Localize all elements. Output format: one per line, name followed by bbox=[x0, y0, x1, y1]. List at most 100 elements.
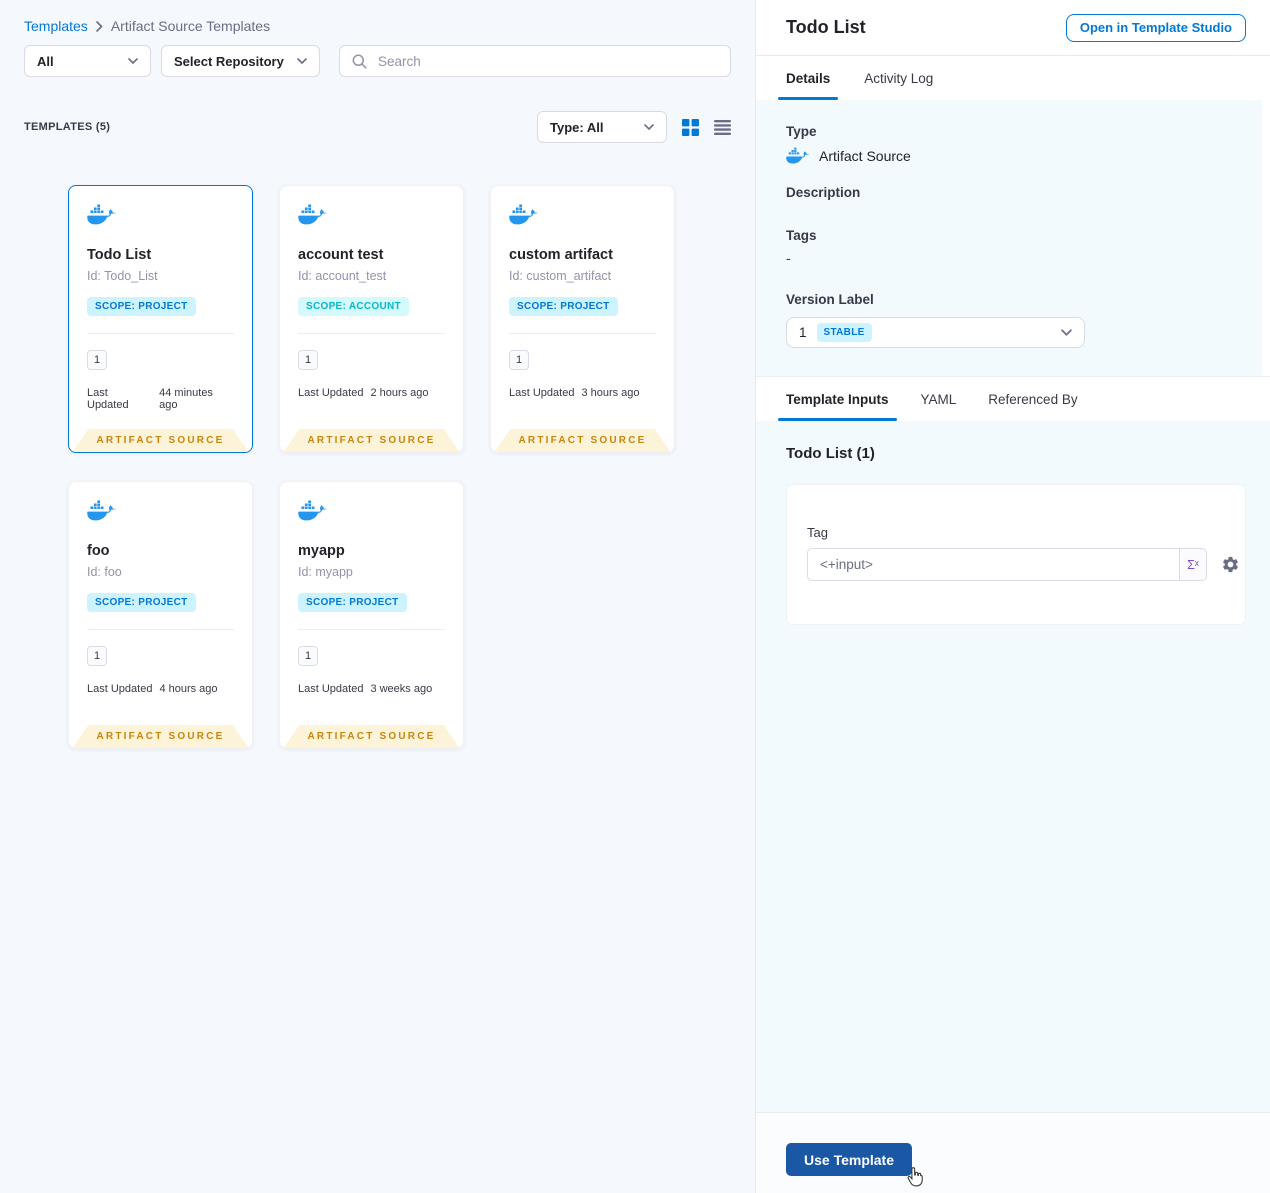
tab-template-inputs[interactable]: Template Inputs bbox=[778, 377, 896, 421]
docker-icon bbox=[298, 204, 328, 230]
artifact-source-ribbon: ARTIFACT SOURCE bbox=[283, 429, 460, 452]
template-inputs-card: Tag Σˣ bbox=[786, 484, 1246, 625]
inputs-heading: Todo List (1) bbox=[786, 445, 875, 462]
filter-row: All Select Repository bbox=[24, 45, 731, 77]
search-input[interactable] bbox=[376, 52, 718, 70]
settings-gear-icon[interactable] bbox=[1221, 555, 1240, 574]
artifact-source-ribbon: ARTIFACT SOURCE bbox=[72, 725, 249, 748]
docker-icon bbox=[786, 147, 810, 165]
details-header: Todo List Open in Template Studio bbox=[756, 0, 1270, 56]
scope-badge: SCOPE: PROJECT bbox=[509, 297, 618, 316]
tag-label: Tag bbox=[807, 525, 828, 540]
tags-label: Tags bbox=[786, 228, 817, 243]
mouse-cursor-icon bbox=[904, 1165, 926, 1189]
version-count-badge: 1 bbox=[298, 646, 318, 666]
templates-list-header: TEMPLATES (5) Type: All bbox=[24, 111, 731, 143]
tab-activity-log[interactable]: Activity Log bbox=[864, 56, 933, 100]
tag-input[interactable] bbox=[808, 549, 1179, 580]
use-template-button[interactable]: Use Template bbox=[786, 1143, 912, 1176]
last-updated-label: Last Updated bbox=[87, 387, 129, 411]
card-divider bbox=[509, 333, 656, 334]
last-updated: Last Updated 3 weeks ago bbox=[298, 683, 445, 695]
template-card[interactable]: account test Id: account_test SCOPE: ACC… bbox=[279, 185, 464, 453]
type-value: Artifact Source bbox=[819, 148, 911, 164]
stable-badge: STABLE bbox=[816, 323, 872, 342]
template-card[interactable]: foo Id: foo SCOPE: PROJECT 1 Last Update… bbox=[68, 481, 253, 749]
version-select[interactable]: 1 STABLE bbox=[786, 317, 1085, 348]
docker-icon bbox=[298, 500, 328, 526]
last-updated: Last Updated 4 hours ago bbox=[87, 683, 234, 695]
card-divider bbox=[298, 333, 445, 334]
tab-details[interactable]: Details bbox=[777, 56, 839, 100]
template-card-id: Id: foo bbox=[87, 565, 122, 579]
panel-title: Todo List bbox=[786, 17, 866, 37]
template-card[interactable]: Todo List Id: Todo_List SCOPE: PROJECT 1… bbox=[68, 185, 253, 453]
template-card-title: account test bbox=[298, 247, 384, 263]
last-updated: Last Updated 2 hours ago bbox=[298, 387, 445, 399]
scope-badge: SCOPE: PROJECT bbox=[298, 593, 407, 612]
artifact-source-ribbon: ARTIFACT SOURCE bbox=[283, 725, 460, 748]
scope-filter-select[interactable]: All bbox=[24, 45, 151, 77]
last-updated-label: Last Updated bbox=[298, 683, 364, 695]
last-updated-value: 3 hours ago bbox=[581, 387, 640, 399]
template-inputs-tabs: Template Inputs YAML Referenced By bbox=[756, 376, 1270, 421]
search-icon bbox=[352, 54, 367, 69]
template-card[interactable]: myapp Id: myapp SCOPE: PROJECT 1 Last Up… bbox=[279, 481, 464, 749]
open-in-template-studio-button[interactable]: Open in Template Studio bbox=[1065, 13, 1246, 42]
template-card-title: myapp bbox=[298, 543, 345, 559]
last-updated-label: Last Updated bbox=[509, 387, 575, 399]
template-inputs-section: Todo List (1) Tag Σˣ bbox=[756, 421, 1270, 1112]
last-updated-value: 44 minutes ago bbox=[159, 387, 213, 411]
chevron-down-icon bbox=[128, 58, 138, 64]
details-footer: Use Template bbox=[756, 1112, 1270, 1193]
version-count-badge: 1 bbox=[298, 350, 318, 370]
breadcrumb: Templates Artifact Source Templates bbox=[24, 18, 731, 34]
templates-grid: Todo List Id: Todo_List SCOPE: PROJECT 1… bbox=[68, 185, 731, 749]
scope-filter-value: All bbox=[37, 53, 54, 69]
last-updated-value: 4 hours ago bbox=[159, 683, 218, 695]
details-tabs: Details Activity Log bbox=[756, 56, 1270, 100]
breadcrumb-chevron-icon bbox=[96, 20, 103, 32]
version-count-badge: 1 bbox=[509, 350, 529, 370]
repository-filter-value: Select Repository bbox=[174, 53, 284, 69]
template-card-title: Todo List bbox=[87, 247, 152, 263]
templates-list-panel: Templates Artifact Source Templates All … bbox=[0, 0, 755, 1193]
tab-yaml[interactable]: YAML bbox=[921, 377, 957, 421]
last-updated: Last Updated 3 hours ago bbox=[509, 387, 656, 399]
template-card[interactable]: custom artifact Id: custom_artifact SCOP… bbox=[490, 185, 675, 453]
version-value: 1 bbox=[799, 325, 807, 340]
chevron-down-icon bbox=[644, 124, 654, 130]
list-view-icon[interactable] bbox=[714, 119, 731, 135]
grid-view-icon[interactable] bbox=[682, 118, 699, 136]
last-updated-value: 3 weeks ago bbox=[370, 683, 433, 695]
last-updated-label: Last Updated bbox=[87, 683, 153, 695]
version-count-badge: 1 bbox=[87, 646, 107, 666]
template-card-id: Id: custom_artifact bbox=[509, 269, 612, 283]
type-filter-select[interactable]: Type: All bbox=[537, 111, 667, 143]
expression-toggle-button[interactable]: Σˣ bbox=[1179, 549, 1206, 580]
tab-referenced-by[interactable]: Referenced By bbox=[988, 377, 1077, 421]
details-section: Type Artifact Source Description Tags - … bbox=[756, 100, 1262, 376]
template-card-title: foo bbox=[87, 543, 110, 559]
version-count-badge: 1 bbox=[87, 350, 107, 370]
docker-icon bbox=[509, 204, 539, 230]
chevron-down-icon bbox=[297, 58, 307, 64]
template-details-panel: Todo List Open in Template Studio Detail… bbox=[755, 0, 1270, 1193]
type-value-row: Artifact Source bbox=[786, 147, 1232, 165]
scope-badge: SCOPE: PROJECT bbox=[87, 593, 196, 612]
repository-filter-select[interactable]: Select Repository bbox=[161, 45, 320, 77]
search-input-wrapper bbox=[339, 45, 731, 77]
artifact-source-ribbon: ARTIFACT SOURCE bbox=[494, 429, 671, 452]
version-label: Version Label bbox=[786, 292, 874, 307]
template-card-title: custom artifact bbox=[509, 247, 613, 263]
chevron-down-icon bbox=[1061, 329, 1072, 336]
last-updated-value: 2 hours ago bbox=[370, 387, 429, 399]
breadcrumb-templates-link[interactable]: Templates bbox=[24, 18, 88, 34]
breadcrumb-current: Artifact Source Templates bbox=[110, 18, 271, 34]
card-divider bbox=[87, 333, 234, 334]
scope-badge: SCOPE: PROJECT bbox=[87, 297, 196, 316]
type-label: Type bbox=[786, 124, 817, 139]
description-label: Description bbox=[786, 185, 861, 200]
templates-count-label: TEMPLATES (5) bbox=[24, 121, 111, 133]
docker-icon bbox=[87, 500, 117, 526]
